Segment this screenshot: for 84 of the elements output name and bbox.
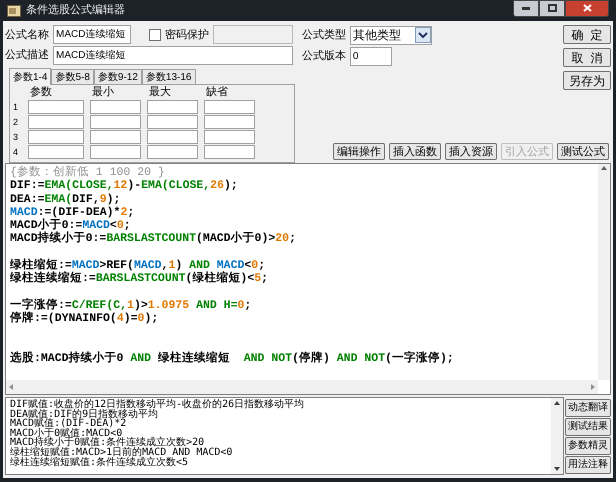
help-button[interactable]: 用法注释 bbox=[565, 456, 611, 474]
tab[interactable]: 参数5-8 bbox=[51, 69, 94, 84]
app-icon bbox=[7, 4, 21, 16]
help-button[interactable]: 参数精灵 bbox=[565, 436, 611, 454]
param-input[interactable] bbox=[90, 145, 141, 160]
toolbar-button[interactable]: 编辑操作 bbox=[333, 143, 385, 160]
type-dropdown[interactable]: 其他类型 bbox=[350, 26, 432, 44]
toolbar-button[interactable]: 测试公式 bbox=[557, 143, 609, 160]
description-line: DEA赋值:DIF的9日指数移动平均 bbox=[10, 410, 158, 420]
tab[interactable]: 参数1-4 bbox=[9, 68, 52, 86]
vertical-scrollbar[interactable] bbox=[551, 398, 563, 474]
description-line: DIF赋值:收盘价的12日指数移动平均-收盘价的26日指数移动平均 bbox=[10, 400, 304, 410]
window-title: 条件选股公式编辑器 bbox=[26, 3, 125, 18]
scroll-down-icon bbox=[553, 466, 561, 472]
close-icon bbox=[582, 4, 592, 12]
scroll-up-icon bbox=[600, 164, 608, 172]
vertical-scrollbar[interactable] bbox=[598, 164, 610, 380]
param-input[interactable] bbox=[147, 130, 198, 144]
tab[interactable]: 参数9-12 bbox=[94, 69, 142, 84]
code-line: 停牌:=(DYNAINFO(4)=0); bbox=[10, 312, 158, 326]
code-line: MACD:=(DIF-DEA)*2; bbox=[10, 206, 134, 219]
name-input[interactable]: MACD连续缩短 bbox=[53, 25, 131, 44]
field-label: 公式名称 bbox=[5, 28, 49, 43]
toolbar-button[interactable]: 插入函数 bbox=[389, 143, 441, 160]
minimize-button[interactable] bbox=[513, 0, 539, 16]
description-line: MACD持续小于0赋值:条件连续成立次数>20 bbox=[10, 438, 204, 448]
param-input[interactable] bbox=[147, 145, 198, 160]
dropdown-value: 其他类型 bbox=[352, 27, 401, 44]
column-header: 缺省 bbox=[205, 86, 229, 100]
code-line: DIF:=EMA(CLOSE,12)-EMA(CLOSE,26); bbox=[10, 179, 238, 193]
checkbox-label: 密码保护 bbox=[165, 28, 209, 43]
dialog-button[interactable]: 取 消 bbox=[563, 48, 611, 67]
param-input[interactable] bbox=[204, 100, 255, 114]
field-label: 公式描述 bbox=[5, 48, 49, 64]
tab[interactable]: 参数13-16 bbox=[142, 69, 196, 84]
row-number: 4 bbox=[13, 146, 20, 160]
scroll-up-icon bbox=[553, 400, 561, 406]
code-line: 绿柱缩短:=MACD>REF(MACD,1) AND MACD<0; bbox=[10, 259, 266, 272]
param-input[interactable] bbox=[204, 130, 255, 144]
field-label: 公式版本 bbox=[302, 48, 346, 64]
maximize-icon bbox=[548, 4, 556, 12]
column-header: 最大 bbox=[148, 86, 172, 100]
code-line: {参数：创新低 1 100 20 } bbox=[10, 166, 165, 180]
param-input[interactable] bbox=[28, 130, 84, 144]
help-button[interactable]: 测试结果 bbox=[565, 418, 611, 436]
param-input[interactable] bbox=[90, 115, 141, 130]
param-input[interactable] bbox=[28, 100, 84, 114]
code-line: 一字涨停:=C/REF(C,1)>1.0975 AND H=0; bbox=[10, 298, 252, 312]
code-line: MACD小于0:=MACD<0; bbox=[10, 219, 131, 232]
param-input[interactable] bbox=[28, 115, 84, 130]
code-line: 选股:MACD持续小于0 AND 绿柱连续缩短 AND NOT(停牌) AND NOT(一字涨停); bbox=[10, 352, 454, 366]
horizontal-scrollbar[interactable] bbox=[6, 380, 598, 394]
row-number: 2 bbox=[13, 116, 20, 130]
help-button[interactable]: 动态翻译 bbox=[565, 398, 611, 416]
description-line: MACD小于0赋值:MACD<0 bbox=[10, 428, 122, 438]
scroll-left-icon bbox=[8, 383, 14, 391]
toolbar-button[interactable]: 插入资源 bbox=[445, 143, 497, 160]
dialog-button[interactable]: 确 定 bbox=[563, 25, 611, 44]
scroll-right-icon bbox=[590, 383, 596, 391]
column-header: 参数 bbox=[29, 86, 53, 100]
param-input[interactable] bbox=[147, 115, 198, 130]
version-input[interactable]: 0 bbox=[350, 46, 392, 66]
field-label: 公式类型 bbox=[302, 28, 346, 43]
row-number: 1 bbox=[13, 101, 20, 114]
row-number: 3 bbox=[13, 131, 20, 144]
param-input[interactable] bbox=[28, 145, 84, 160]
param-input[interactable] bbox=[90, 130, 141, 144]
description-line: 绿柱连续缩短赋值:条件连续成立次数<5 bbox=[10, 458, 188, 468]
column-header: 最小 bbox=[91, 86, 115, 100]
maximize-button[interactable] bbox=[539, 0, 565, 16]
description-line: 绿柱缩短赋值:MACD>1日前的MACD AND MACD<0 bbox=[10, 448, 232, 458]
close-button[interactable] bbox=[565, 0, 609, 16]
code-line: 绿柱连续缩短:=BARSLASTCOUNT(绿柱缩短)<5; bbox=[10, 272, 268, 286]
code-line: MACD持续小于0:=BARSLASTCOUNT(MACD小于0)>20; bbox=[10, 232, 296, 246]
checkbox[interactable] bbox=[149, 28, 161, 41]
description-line: MACD赋值:(DIF-DEA)*2 bbox=[10, 419, 126, 429]
description-input[interactable]: MACD连续缩短 bbox=[53, 46, 293, 65]
param-input[interactable] bbox=[204, 115, 255, 130]
param-input[interactable] bbox=[147, 100, 198, 114]
param-input[interactable] bbox=[204, 145, 255, 160]
param-input[interactable] bbox=[90, 100, 141, 114]
minimize-icon bbox=[522, 6, 530, 10]
dialog-button[interactable]: 另存为 bbox=[563, 71, 611, 90]
code-line: DEA:=EMA(DIF,9); bbox=[10, 192, 120, 206]
